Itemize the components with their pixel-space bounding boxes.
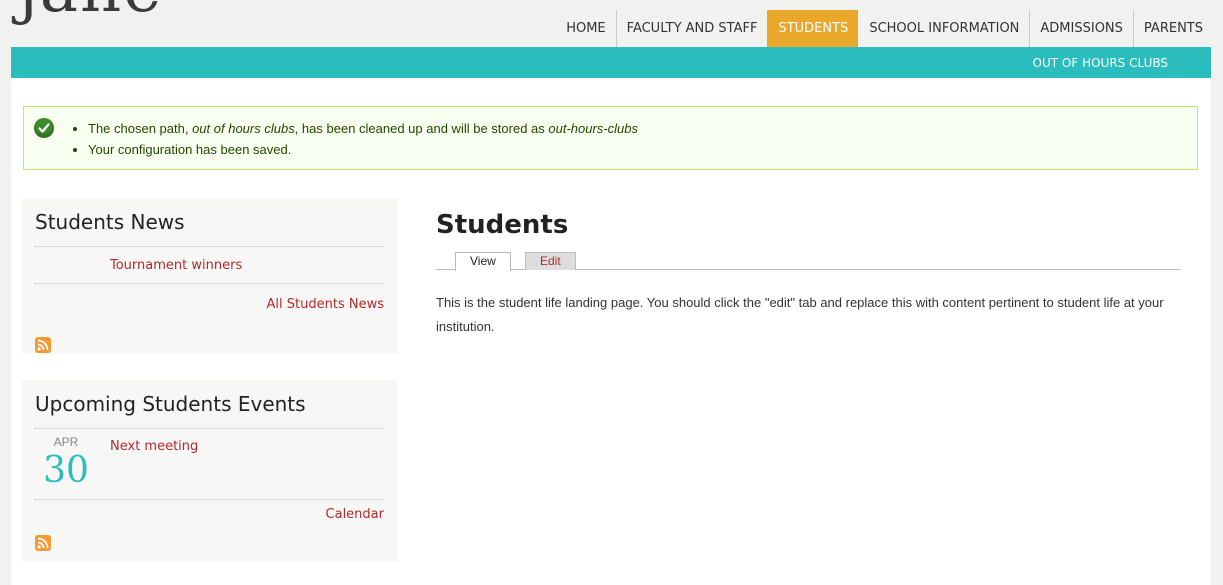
nav-item-faculty-and-staff[interactable]: FACULTY AND STAFF: [615, 10, 768, 47]
calendar-row: Calendar: [35, 500, 384, 522]
page-title: Students: [436, 210, 569, 240]
tab-view[interactable]: View: [455, 252, 511, 271]
block-title: Students News: [35, 210, 185, 234]
page-tabs: View Edit: [436, 251, 1181, 271]
students-news-block: Students News Tournament winners All Stu…: [22, 198, 398, 354]
event-item: APR 30 Next meeting: [35, 429, 385, 499]
all-news-row: All Students News: [35, 284, 384, 324]
nav-item-admissions[interactable]: ADMISSIONS: [1029, 10, 1133, 47]
status-message: The chosen path, out of hours clubs, has…: [23, 106, 1198, 170]
sub-nav-bar: OUT OF HOURS CLUBS: [11, 47, 1211, 78]
nav-item-parents[interactable]: PARENTS: [1132, 10, 1213, 47]
check-icon: [34, 118, 54, 138]
sub-nav-item-out-of-hours-clubs[interactable]: OUT OF HOURS CLUBS: [1033, 56, 1168, 70]
event-day: 30: [43, 450, 89, 491]
page-body-text: This is the student life landing page. Y…: [436, 295, 1164, 334]
nav-item-home[interactable]: HOME: [556, 10, 615, 47]
tab-edit[interactable]: Edit: [525, 252, 576, 270]
event-link-next-meeting[interactable]: Next meeting: [110, 439, 198, 454]
rss-feed-icon[interactable]: [35, 337, 51, 353]
news-link-tournament-winners[interactable]: Tournament winners: [110, 258, 242, 273]
list-item: Tournament winners: [35, 247, 385, 283]
site-logo[interactable]: jane: [18, 0, 163, 22]
block-title: Upcoming Students Events: [35, 392, 306, 416]
main-nav: HOME FACULTY AND STAFF STUDENTS SCHOOL I…: [556, 10, 1213, 47]
message-item: The chosen path, out of hours clubs, has…: [88, 118, 638, 139]
message-list: The chosen path, out of hours clubs, has…: [88, 118, 638, 160]
nav-item-students[interactable]: STUDENTS: [767, 10, 859, 47]
content-panel: The chosen path, out of hours clubs, has…: [11, 78, 1211, 585]
path-value: out of hours clubs: [192, 121, 295, 136]
calendar-link[interactable]: Calendar: [326, 507, 384, 522]
nav-item-school-information[interactable]: SCHOOL INFORMATION: [858, 10, 1029, 47]
alias-value: out-hours-clubs: [548, 121, 638, 136]
all-students-news-link[interactable]: All Students News: [267, 297, 384, 312]
event-month: APR: [53, 435, 79, 449]
upcoming-events-block: Upcoming Students Events APR 30 Next mee…: [22, 380, 398, 562]
rss-feed-icon[interactable]: [35, 535, 51, 551]
event-date: APR 30: [35, 435, 97, 491]
message-item: Your configuration has been saved.: [88, 139, 638, 160]
